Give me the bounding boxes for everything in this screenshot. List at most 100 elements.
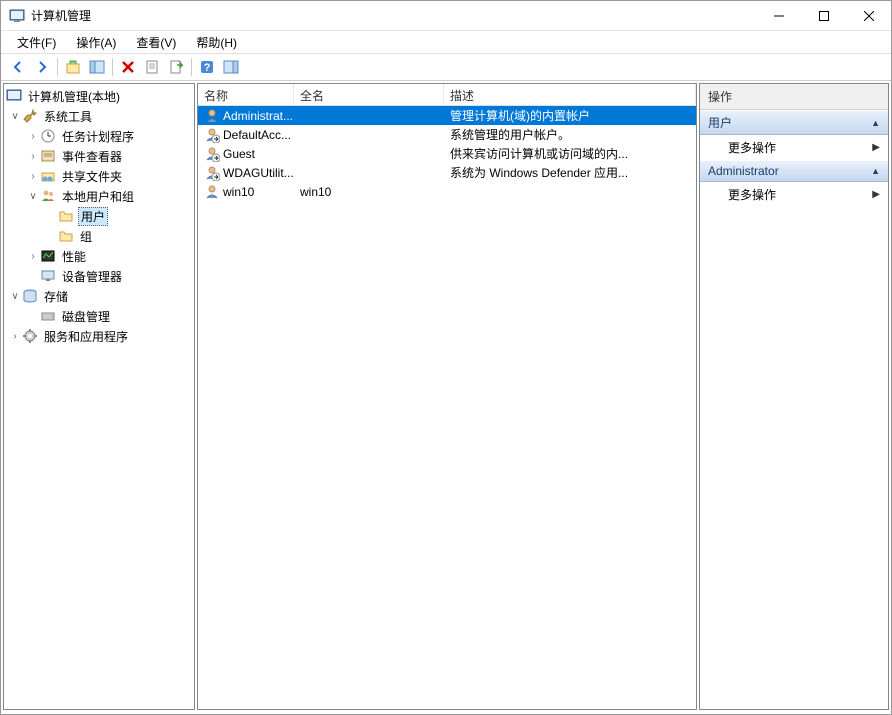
action-label: 更多操作 [728, 186, 776, 203]
user-name: Administrat... [223, 109, 293, 123]
tree-label: 计算机管理(本地) [26, 88, 122, 105]
tree-event-viewer[interactable]: › 事件查看器 [4, 146, 194, 166]
export-button[interactable] [165, 56, 187, 78]
tree-label: 性能 [60, 248, 88, 265]
expander-icon[interactable]: ∨ [8, 109, 22, 123]
user-name: WDAGUtilit... [223, 166, 294, 180]
tree-pane[interactable]: 计算机管理(本地) ∨ 系统工具 › 任务计划程序 › 事件查看器 › 共享文件… [3, 83, 195, 710]
tree-performance[interactable]: › 性能 [4, 246, 194, 266]
tree-label: 用户 [78, 207, 108, 226]
menu-action[interactable]: 操作(A) [68, 32, 124, 53]
help-button[interactable]: ? [196, 56, 218, 78]
tree-local-users-groups[interactable]: ∨ 本地用户和组 [4, 186, 194, 206]
device-icon [40, 268, 56, 284]
user-icon [204, 127, 220, 143]
expander-icon[interactable]: ∨ [8, 289, 22, 303]
tree-shared-folders[interactable]: › 共享文件夹 [4, 166, 194, 186]
computer-mgmt-icon [6, 88, 22, 104]
menu-help[interactable]: 帮助(H) [188, 32, 245, 53]
action-more-2[interactable]: 更多操作 ▶ [700, 182, 888, 207]
delete-button[interactable] [117, 56, 139, 78]
user-row[interactable]: win10 win10 [198, 182, 696, 201]
user-row[interactable]: Administrat... 管理计算机(域)的内置帐户 [198, 106, 696, 125]
tree-device-manager[interactable]: 设备管理器 [4, 266, 194, 286]
group-label: 用户 [708, 114, 732, 131]
tree-disk-management[interactable]: 磁盘管理 [4, 306, 194, 326]
close-button[interactable] [846, 1, 891, 30]
user-icon [204, 108, 220, 124]
user-name: DefaultAcc... [223, 128, 291, 142]
collapse-icon: ▲ [871, 118, 880, 128]
show-hide-tree-button[interactable] [86, 56, 108, 78]
action-group-users[interactable]: 用户 ▲ [700, 110, 888, 135]
tree-label: 磁盘管理 [60, 308, 112, 325]
back-button[interactable] [7, 56, 29, 78]
user-description: 管理计算机(域)的内置帐户 [450, 107, 590, 124]
user-row[interactable]: DefaultAcc... 系统管理的用户帐户。 [198, 125, 696, 144]
window-controls [756, 1, 891, 30]
expander-icon[interactable]: › [8, 329, 22, 343]
expander-icon[interactable]: › [26, 129, 40, 143]
user-name: win10 [223, 185, 254, 199]
user-row[interactable]: Guest供来宾访问计算机或访问域的内... [198, 144, 696, 163]
tree-label: 本地用户和组 [60, 188, 136, 205]
users-icon [40, 188, 56, 204]
forward-button[interactable] [31, 56, 53, 78]
maximize-button[interactable] [801, 1, 846, 30]
folder-icon [58, 228, 74, 244]
content-area: 计算机管理(本地) ∨ 系统工具 › 任务计划程序 › 事件查看器 › 共享文件… [1, 81, 891, 712]
column-fullname[interactable]: 全名 [294, 84, 444, 105]
expander-icon[interactable]: › [26, 249, 40, 263]
tree-root[interactable]: 计算机管理(本地) [4, 86, 194, 106]
disk-icon [40, 308, 56, 324]
tree-label: 组 [78, 228, 94, 245]
performance-icon [40, 248, 56, 264]
tree-task-scheduler[interactable]: › 任务计划程序 [4, 126, 194, 146]
svg-text:?: ? [204, 62, 211, 74]
user-icon [204, 165, 220, 181]
user-description: 系统为 Windows Defender 应用... [450, 164, 628, 181]
separator [57, 58, 58, 76]
column-name[interactable]: 名称 [198, 84, 294, 105]
expander-icon[interactable]: ∨ [26, 189, 40, 203]
tree-label: 共享文件夹 [60, 168, 124, 185]
user-row[interactable]: WDAGUtilit... 系统为 Windows Defender 应用... [198, 163, 696, 182]
minimize-button[interactable] [756, 1, 801, 30]
action-pane: 操作 用户 ▲ 更多操作 ▶ Administrator ▲ 更多操作 ▶ [699, 83, 889, 710]
shared-folder-icon [40, 168, 56, 184]
services-icon [22, 328, 38, 344]
event-icon [40, 148, 56, 164]
tree-system-tools[interactable]: ∨ 系统工具 [4, 106, 194, 126]
action-more-1[interactable]: 更多操作 ▶ [700, 135, 888, 160]
action-group-admin[interactable]: Administrator ▲ [700, 160, 888, 182]
tree-groups[interactable]: 组 [4, 226, 194, 246]
expander-icon[interactable]: › [26, 149, 40, 163]
folder-icon [58, 208, 74, 224]
tree-label: 设备管理器 [60, 268, 124, 285]
expander-icon[interactable]: › [26, 169, 40, 183]
clock-icon [40, 128, 56, 144]
tree-services-apps[interactable]: › 服务和应用程序 [4, 326, 194, 346]
user-description: 系统管理的用户帐户。 [450, 126, 570, 143]
titlebar: 计算机管理 [1, 1, 891, 31]
window-title: 计算机管理 [31, 7, 756, 24]
action-pane-header: 操作 [700, 84, 888, 110]
submenu-icon: ▶ [872, 142, 880, 153]
tree-users[interactable]: 用户 [4, 206, 194, 226]
separator [191, 58, 192, 76]
user-icon [204, 146, 220, 162]
toolbar: ? [1, 53, 891, 81]
properties-button[interactable] [141, 56, 163, 78]
tree-label: 存储 [42, 288, 70, 305]
wrench-icon [22, 108, 38, 124]
user-fullname: win10 [300, 185, 331, 199]
column-description[interactable]: 描述 [444, 84, 696, 105]
up-button[interactable] [62, 56, 84, 78]
collapse-icon: ▲ [871, 166, 880, 176]
list-pane[interactable]: 名称 全名 描述 Administrat...管理计算机(域)的内置帐户Defa… [197, 83, 697, 710]
submenu-icon: ▶ [872, 189, 880, 200]
menu-view[interactable]: 查看(V) [128, 32, 184, 53]
menu-file[interactable]: 文件(F) [9, 32, 64, 53]
action-pane-toggle-button[interactable] [220, 56, 242, 78]
tree-storage[interactable]: ∨ 存储 [4, 286, 194, 306]
